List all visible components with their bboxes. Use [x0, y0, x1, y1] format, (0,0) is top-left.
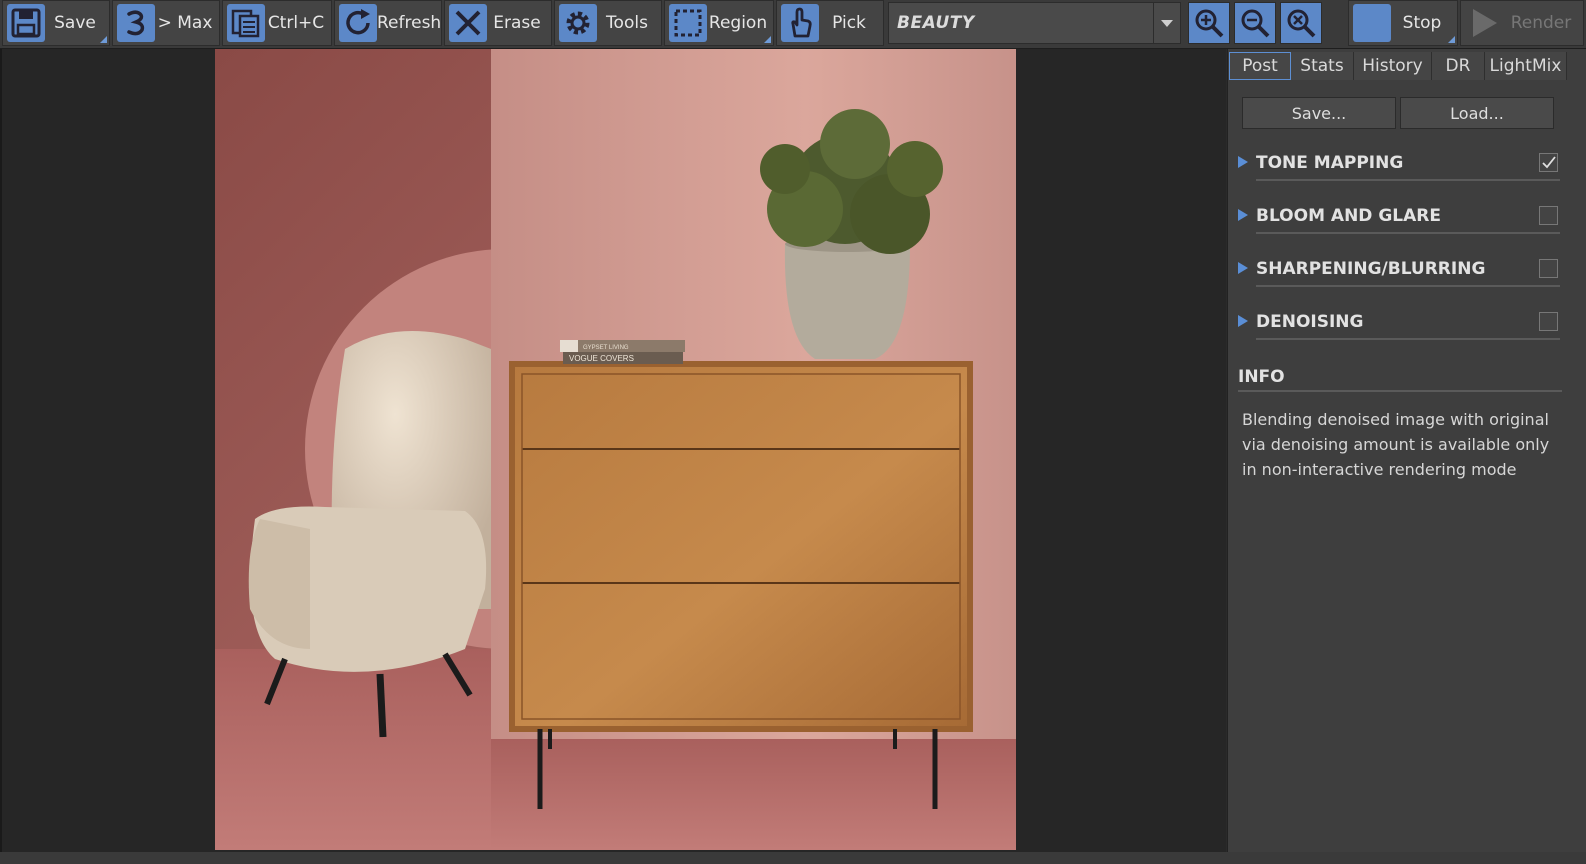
- info-message: Blending denoised image with original vi…: [1242, 410, 1550, 479]
- erase-button[interactable]: Erase: [444, 0, 552, 46]
- section-divider: [1256, 338, 1560, 340]
- section-divider: [1256, 232, 1560, 234]
- tools-label: Tools: [606, 13, 648, 33]
- erase-label: Erase: [493, 13, 541, 33]
- section-bloom-and-glare[interactable]: BLOOM AND GLARE: [1236, 202, 1560, 234]
- tab-post[interactable]: Post: [1229, 52, 1291, 80]
- copy-icon: [227, 4, 265, 42]
- close-x-icon: [449, 4, 487, 42]
- tab-dr[interactable]: DR: [1432, 52, 1485, 80]
- render-button[interactable]: Render: [1460, 0, 1584, 46]
- dropdown-corner-icon: [764, 36, 771, 43]
- section-title: TONE MAPPING: [1256, 153, 1404, 173]
- tab-stats[interactable]: Stats: [1291, 52, 1354, 80]
- load-preset-button[interactable]: Load...: [1400, 97, 1554, 129]
- copy-label: Ctrl+C: [267, 13, 325, 33]
- zoom-in-button[interactable]: [1188, 2, 1230, 44]
- section-title: BLOOM AND GLARE: [1256, 206, 1441, 226]
- rendered-image: GYPSET LIVING VOGUE COVERS: [215, 49, 1016, 850]
- zoom-out-icon: [1241, 9, 1270, 38]
- zoom-reset-icon: [1287, 9, 1316, 38]
- rendered-scene: GYPSET LIVING VOGUE COVERS: [215, 49, 1016, 850]
- expand-arrow-icon[interactable]: [1238, 315, 1248, 327]
- region-select-icon: [669, 4, 707, 42]
- gear-icon: [559, 4, 597, 42]
- books: GYPSET LIVING VOGUE COVERS: [560, 340, 685, 364]
- render-channel-value: BEAUTY: [897, 13, 975, 33]
- render-label: Render: [1510, 13, 1572, 33]
- play-icon: [1465, 4, 1503, 42]
- section-denoising[interactable]: DENOISING: [1236, 308, 1560, 340]
- expand-arrow-icon[interactable]: [1238, 209, 1248, 221]
- refresh-label: Refresh: [377, 13, 442, 33]
- stop-square-icon: [1353, 4, 1391, 42]
- status-strip: [0, 852, 1586, 864]
- denoising-checkbox[interactable]: [1539, 312, 1558, 331]
- save-preset-button[interactable]: Save...: [1242, 97, 1396, 129]
- hand-pointer-icon: [781, 4, 819, 42]
- dropdown-corner-icon: [100, 36, 107, 43]
- save-label: Save: [54, 13, 96, 33]
- render-channel-select[interactable]: BEAUTY: [888, 2, 1181, 44]
- send-to-max-button[interactable]: > Max: [112, 0, 220, 46]
- book-bottom-title: VOGUE COVERS: [569, 354, 634, 363]
- zoom-out-button[interactable]: [1234, 2, 1276, 44]
- max-label: > Max: [157, 13, 213, 33]
- info-heading: INFO: [1238, 367, 1285, 387]
- bloom-glare-checkbox[interactable]: [1539, 206, 1558, 225]
- floppy-disk-icon: [7, 4, 45, 42]
- expand-arrow-icon[interactable]: [1238, 262, 1248, 274]
- dropdown-corner-icon: [1448, 36, 1455, 43]
- book-top-title: GYPSET LIVING: [583, 345, 629, 351]
- refresh-icon: [339, 4, 377, 42]
- pick-label: Pick: [832, 13, 866, 33]
- section-title: DENOISING: [1256, 312, 1364, 332]
- pick-button[interactable]: Pick: [776, 0, 884, 46]
- section-tone-mapping[interactable]: TONE MAPPING: [1236, 149, 1560, 181]
- panel-tabs: Post Stats History DR LightMix: [1228, 52, 1586, 82]
- zoom-in-icon: [1195, 9, 1224, 38]
- tools-button[interactable]: Tools: [554, 0, 662, 46]
- stop-label: Stop: [1402, 13, 1442, 33]
- section-title: SHARPENING/BLURRING: [1256, 259, 1486, 279]
- section-divider: [1256, 179, 1560, 181]
- tab-lightmix[interactable]: LightMix: [1485, 52, 1567, 80]
- expand-arrow-icon[interactable]: [1238, 156, 1248, 168]
- refresh-button[interactable]: Refresh: [334, 0, 442, 46]
- zoom-reset-button[interactable]: [1280, 2, 1322, 44]
- max-logo-icon: [117, 4, 155, 42]
- floor-left: [215, 649, 491, 850]
- region-label: Region: [708, 13, 768, 33]
- checkmark-icon: [1542, 156, 1556, 169]
- stop-button[interactable]: Stop: [1348, 0, 1458, 46]
- section-sharpening-blurring[interactable]: SHARPENING/BLURRING: [1236, 255, 1560, 287]
- tab-history[interactable]: History: [1354, 52, 1432, 80]
- tone-mapping-checkbox[interactable]: [1539, 153, 1558, 172]
- region-button[interactable]: Region: [664, 0, 774, 46]
- section-divider: [1256, 285, 1560, 287]
- chevron-down-icon[interactable]: [1153, 3, 1180, 43]
- post-effects-panel: Post Stats History DR LightMix Save... L…: [1227, 49, 1586, 852]
- info-divider: [1238, 390, 1562, 392]
- sharpening-checkbox[interactable]: [1539, 259, 1558, 278]
- copy-button[interactable]: Ctrl+C: [222, 0, 332, 46]
- save-button[interactable]: Save: [2, 0, 110, 46]
- toolbar: Save > Max Ctrl+C Refresh Erase Tools Re…: [0, 0, 1586, 49]
- frame-buffer-viewport[interactable]: GYPSET LIVING VOGUE COVERS: [0, 49, 1226, 852]
